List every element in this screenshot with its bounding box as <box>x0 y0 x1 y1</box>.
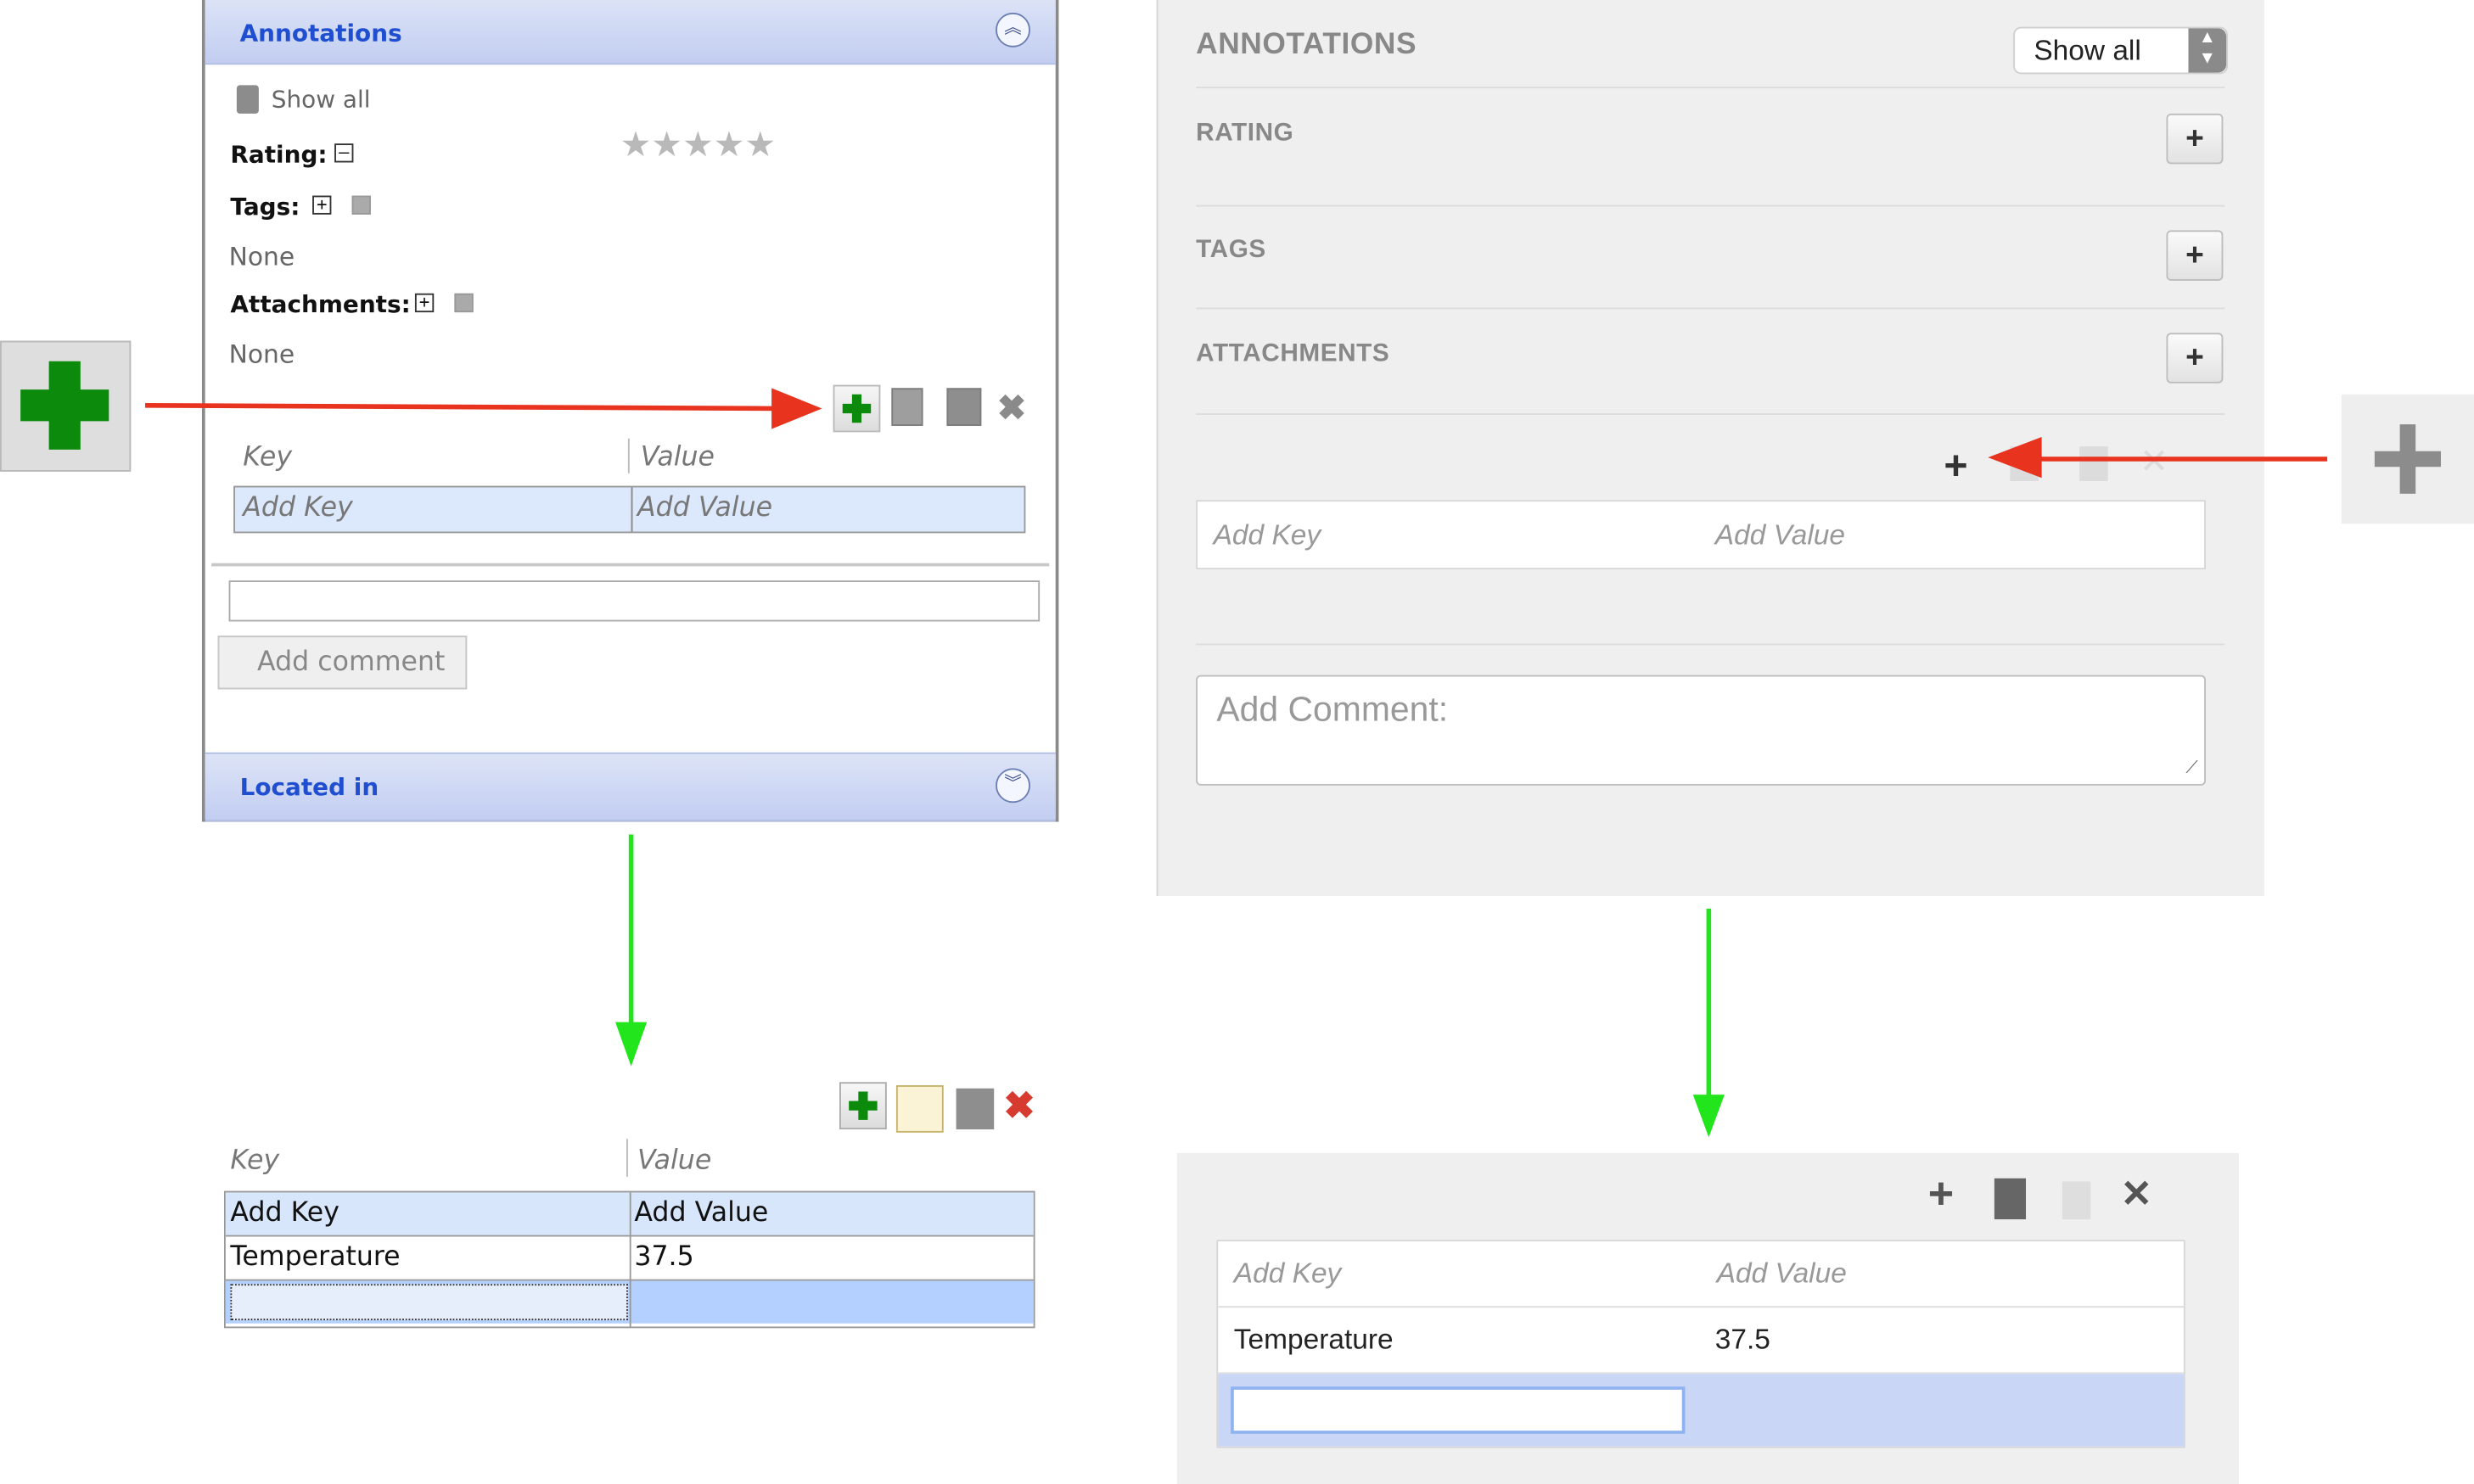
green-arrow-left <box>615 834 648 1067</box>
green-arrow-right <box>1692 908 1725 1138</box>
annotation-arrows <box>145 388 2328 1138</box>
red-arrow-right <box>1988 436 2328 479</box>
red-arrow-left <box>145 388 822 429</box>
